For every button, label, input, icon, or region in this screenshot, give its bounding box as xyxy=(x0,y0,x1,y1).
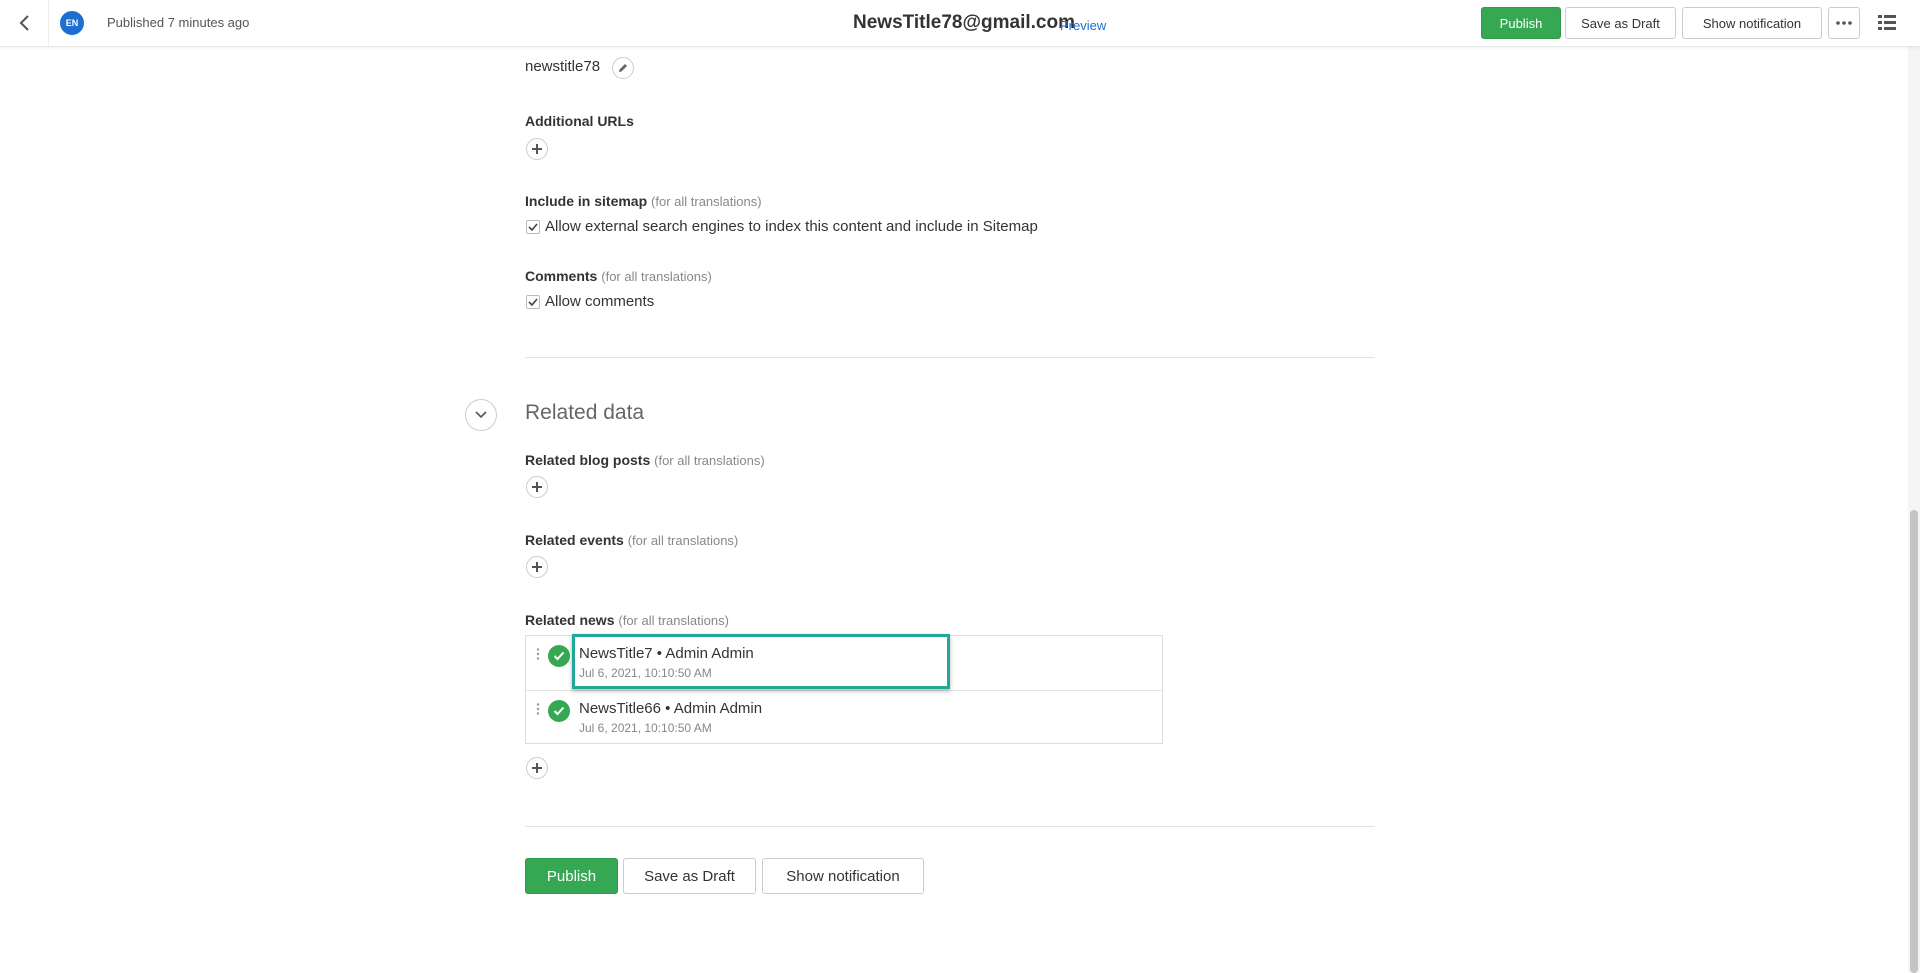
checkmark-icon xyxy=(528,298,538,306)
add-news-button[interactable] xyxy=(526,757,548,779)
publish-button[interactable]: Publish xyxy=(1481,7,1561,39)
related-news-note: (for all translations) xyxy=(618,613,729,628)
add-url-button[interactable] xyxy=(526,138,548,160)
related-events-note: (for all translations) xyxy=(627,533,739,548)
more-icon xyxy=(1836,21,1852,25)
published-check-icon xyxy=(548,645,570,667)
drag-handle-icon[interactable] xyxy=(535,703,541,715)
add-event-button[interactable] xyxy=(526,556,548,578)
plus-icon xyxy=(532,763,542,773)
chevron-down-icon xyxy=(475,411,487,419)
related-events-text: Related events xyxy=(525,532,624,548)
pencil-icon xyxy=(619,64,627,72)
publish-status: Published 7 minutes ago xyxy=(107,15,250,30)
comments-label: Comments (for all translations) xyxy=(525,268,712,284)
checkmark-icon xyxy=(528,223,538,231)
url-value: newstitle78 xyxy=(525,58,601,75)
comments-checkbox[interactable] xyxy=(526,295,540,309)
related-news-list: NewsTitle7 • Admin Admin Jul 6, 2021, 10… xyxy=(525,635,1163,744)
additional-urls-label: Additional URLs xyxy=(525,113,634,129)
chevron-left-icon xyxy=(19,15,29,31)
save-draft-button[interactable]: Save as Draft xyxy=(623,858,756,894)
news-item-date: Jul 6, 2021, 10:10:50 AM xyxy=(579,721,712,735)
news-item-title[interactable]: NewsTitle66 • Admin Admin xyxy=(579,700,762,717)
related-news-text: Related news xyxy=(525,612,615,628)
sitemap-label-text: Include in sitemap xyxy=(525,193,648,209)
preview-link[interactable]: Preview xyxy=(1060,18,1106,33)
related-data-title: Related data xyxy=(525,401,645,424)
top-bar: EN Published 7 minutes ago NewsTitle78@g… xyxy=(0,0,1920,47)
more-options-button[interactable] xyxy=(1828,7,1860,39)
plus-icon xyxy=(532,482,542,492)
published-check-icon xyxy=(548,700,570,722)
related-blog-posts-text: Related blog posts xyxy=(525,452,651,468)
comments-label-text: Comments xyxy=(525,268,598,284)
divider xyxy=(525,357,1375,358)
plus-icon xyxy=(532,562,542,572)
show-notification-button[interactable]: Show notification xyxy=(762,858,924,894)
divider xyxy=(525,826,1375,827)
comments-note: (for all translations) xyxy=(601,269,712,284)
scrollbar-thumb[interactable] xyxy=(1910,510,1918,973)
news-item-date: Jul 6, 2021, 10:10:50 AM xyxy=(579,666,712,680)
comments-checkbox-label[interactable]: Allow comments xyxy=(545,293,654,310)
publish-button[interactable]: Publish xyxy=(525,858,618,894)
language-badge[interactable]: EN xyxy=(60,11,84,35)
list-item[interactable]: NewsTitle7 • Admin Admin Jul 6, 2021, 10… xyxy=(526,636,1162,690)
sitemap-checkbox-label[interactable]: Allow external search engines to index t… xyxy=(545,218,1038,235)
collapse-section-button[interactable] xyxy=(465,399,497,431)
add-blog-post-button[interactable] xyxy=(526,476,548,498)
related-blog-posts-note: (for all translations) xyxy=(654,453,765,468)
save-draft-button[interactable]: Save as Draft xyxy=(1565,7,1676,39)
drag-handle-icon[interactable] xyxy=(535,648,541,660)
related-news-label: Related news (for all translations) xyxy=(525,612,729,628)
sitemap-label: Include in sitemap (for all translations… xyxy=(525,193,762,209)
list-icon xyxy=(1878,15,1896,30)
edit-url-button[interactable] xyxy=(612,57,634,79)
related-blog-posts-label: Related blog posts (for all translations… xyxy=(525,452,765,468)
show-notification-button[interactable]: Show notification xyxy=(1682,7,1822,39)
list-item[interactable]: NewsTitle66 • Admin Admin Jul 6, 2021, 1… xyxy=(526,690,1162,745)
news-item-title[interactable]: NewsTitle7 • Admin Admin xyxy=(579,645,754,662)
back-button[interactable] xyxy=(0,0,49,46)
related-events-label: Related events (for all translations) xyxy=(525,532,738,548)
plus-icon xyxy=(532,144,542,154)
sitemap-checkbox[interactable] xyxy=(526,220,540,234)
list-view-button[interactable] xyxy=(1872,10,1902,36)
sitemap-note: (for all translations) xyxy=(651,194,762,209)
page-title: NewsTitle78@gmail.com xyxy=(853,12,1075,33)
